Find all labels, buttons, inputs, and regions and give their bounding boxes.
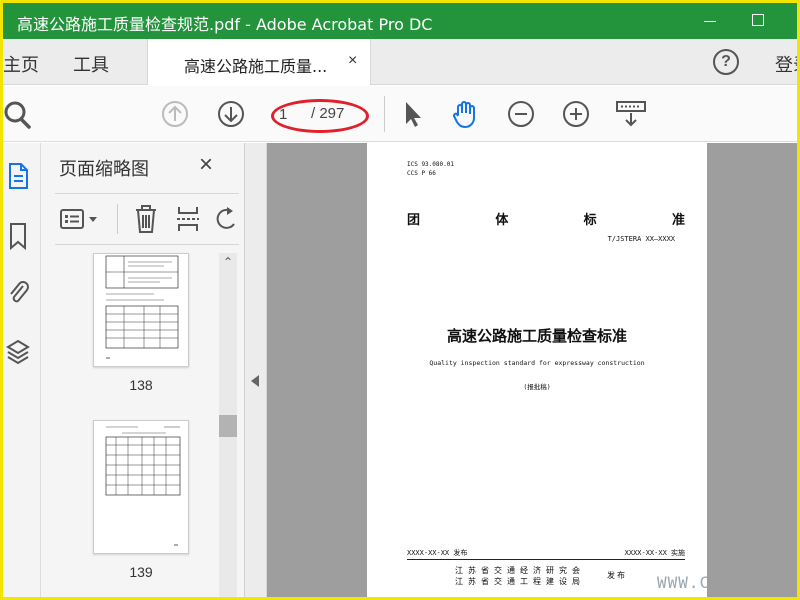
standard-type-char: 准 <box>671 213 685 228</box>
next-page-icon[interactable] <box>215 98 247 130</box>
close-icon[interactable]: × <box>199 151 213 179</box>
page-preview <box>105 255 179 359</box>
ccs-code: CCS P 66 <box>407 170 436 177</box>
help-icon[interactable]: ? <box>713 49 739 75</box>
maximize-button[interactable] <box>735 3 781 39</box>
tab-home[interactable]: 主页 <box>3 51 39 77</box>
login-button[interactable]: 登录 <box>775 51 797 77</box>
prev-page-icon[interactable] <box>159 98 191 130</box>
page-preview <box>105 426 181 546</box>
document-view[interactable]: ICS 93.080.01 CCS P 66 团 体 标 准 T/JSTERA … <box>267 143 797 597</box>
draft-status: (报批稿) <box>523 383 551 391</box>
standard-type-char: 体 <box>495 213 509 228</box>
minimize-icon <box>704 21 716 22</box>
standard-code: T/JSTERA XX—XXXX <box>607 235 675 243</box>
toolbar-divider <box>384 96 385 132</box>
window-title: 高速公路施工质量检查规范.pdf - Adobe Acrobat Pro DC <box>17 15 433 34</box>
search-icon[interactable] <box>3 98 35 130</box>
document-page: ICS 93.080.01 CCS P 66 团 体 标 准 T/JSTERA … <box>367 143 707 597</box>
document-title: 高速公路施工质量检查标准 <box>446 327 627 345</box>
standard-type: 团 体 标 准 <box>407 209 685 228</box>
standard-type-char: 标 <box>583 213 597 228</box>
read-mode-icon[interactable] <box>615 98 647 130</box>
close-icon[interactable]: × <box>348 52 357 70</box>
thumbnail-page[interactable] <box>93 253 189 367</box>
scrollbar-thumb[interactable] <box>219 415 237 437</box>
thumbnail-page-number: 139 <box>129 564 153 580</box>
maximize-icon <box>752 14 764 26</box>
ics-code: ICS 93.080.01 <box>407 161 454 168</box>
thumbnail-page-number: 138 <box>129 377 153 393</box>
toolbar: / 297 <box>3 86 797 142</box>
minimize-button[interactable] <box>687 3 733 39</box>
rotate-icon[interactable] <box>215 204 239 234</box>
tab-document-label: 高速公路施工质量... <box>184 57 328 76</box>
hand-icon[interactable] <box>449 98 481 130</box>
publish-date: XXXX-XX-XX 发布 <box>407 549 468 557</box>
delete-icon[interactable] <box>133 204 159 234</box>
panel-title: 页面缩略图 <box>59 159 149 180</box>
thumbnail-panel: 页面缩略图 × 138 139 ⌃ <box>41 143 245 597</box>
page-highlight-annotation <box>271 99 369 133</box>
app-window: 高速公路施工质量检查规范.pdf - Adobe Acrobat Pro DC … <box>0 0 800 600</box>
zoom-out-icon[interactable] <box>505 98 537 130</box>
chevron-left-icon <box>251 375 259 387</box>
standard-type-char: 团 <box>407 213 421 228</box>
tab-tools[interactable]: 工具 <box>73 51 109 77</box>
thumbnail-page[interactable] <box>93 420 189 554</box>
title-bar: 高速公路施工质量检查规范.pdf - Adobe Acrobat Pro DC <box>3 3 797 39</box>
navigation-rail <box>3 143 41 597</box>
tab-document[interactable]: 高速公路施工质量... × <box>147 39 371 85</box>
attachment-icon[interactable] <box>5 277 31 307</box>
options-menu-icon[interactable] <box>59 208 103 232</box>
toolbar-divider <box>117 204 118 234</box>
issuing-organization: 江苏省交通经济研究会 <box>455 566 585 575</box>
document-title-english: Quality inspection standard for expressw… <box>429 359 645 367</box>
divider <box>407 559 685 560</box>
implement-date: XXXX-XX-XX 实施 <box>624 549 685 557</box>
bookmark-icon[interactable] <box>5 221 31 251</box>
zoom-in-icon[interactable] <box>560 98 592 130</box>
layers-icon[interactable] <box>5 337 31 367</box>
panel-collapse-handle[interactable] <box>245 143 267 597</box>
issuing-organization: 江苏省交通工程建设局 <box>455 577 585 586</box>
insert-page-icon[interactable] <box>175 204 201 234</box>
page-thumbnails-icon[interactable] <box>5 161 31 191</box>
scroll-up-icon[interactable]: ⌃ <box>219 255 237 275</box>
select-arrow-icon[interactable] <box>397 98 429 130</box>
issue-label: 发布 <box>607 571 627 580</box>
tab-bar: 主页 工具 高速公路施工质量... × ? 登录 <box>3 39 797 85</box>
watermark-text: WWW.C <box>657 573 711 592</box>
thumbnail-toolbar <box>55 193 239 245</box>
